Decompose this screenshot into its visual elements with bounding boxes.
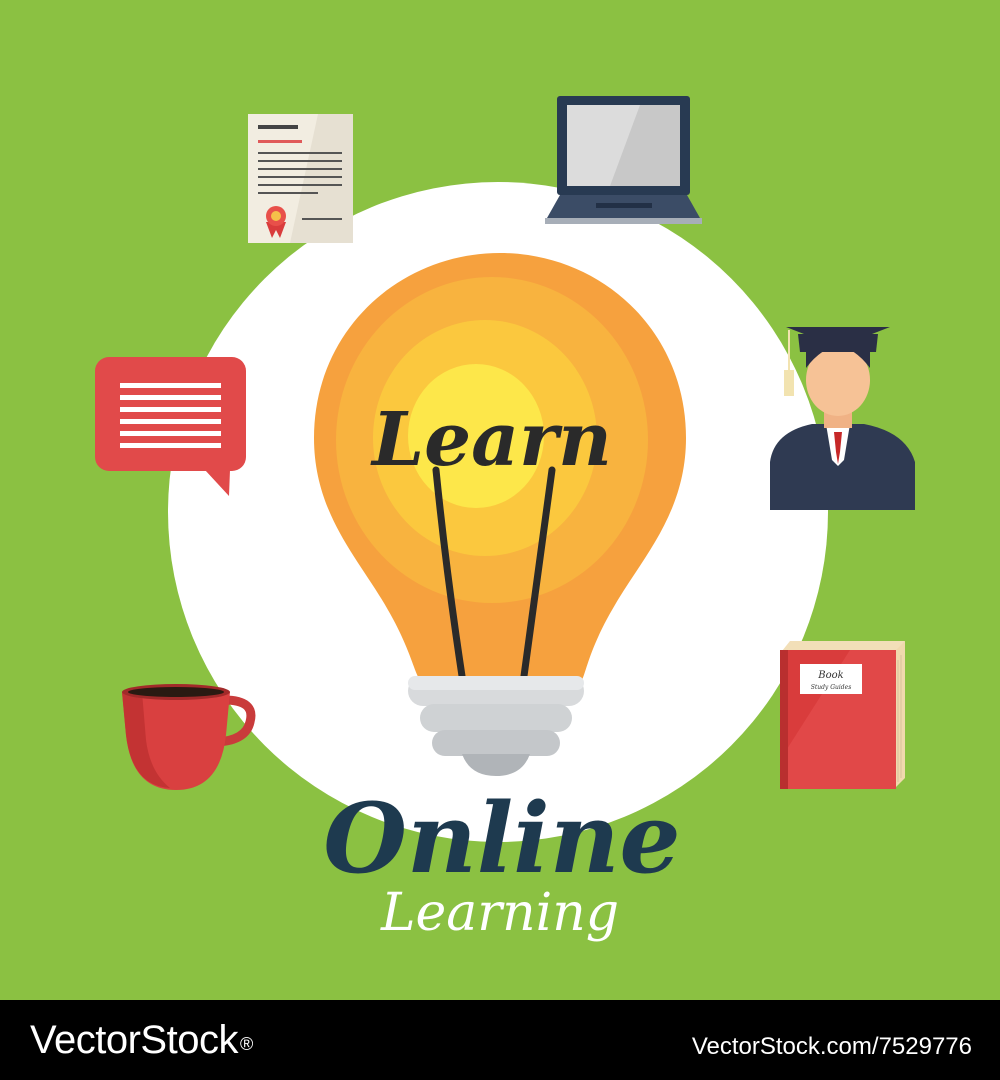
watermark-footer: VectorStock ® VectorStock.com/7529776 <box>0 1000 1000 1080</box>
footer-logo-mark: ® <box>239 1034 253 1054</box>
footer-logo-text: VectorStock <box>30 1018 238 1062</box>
book-subtitle: Study Guides <box>811 684 852 691</box>
title-online: Online <box>323 782 680 895</box>
certificate-icon <box>248 114 353 243</box>
title-learning: Learning <box>380 883 619 943</box>
book-title: Book <box>817 670 843 681</box>
footer-credit: VectorStock.com/7529776 <box>691 1033 972 1060</box>
bulb-word: Learn <box>370 397 612 483</box>
book-icon: Book Study Guides <box>780 641 905 789</box>
illustration-canvas: Book Study Guides Learn Online Learning <box>0 0 1000 1000</box>
laptop-icon <box>545 96 702 224</box>
footer-logo: VectorStock ® <box>30 1016 253 1064</box>
illustration: Book Study Guides Learn Online Learning <box>0 0 1000 1000</box>
